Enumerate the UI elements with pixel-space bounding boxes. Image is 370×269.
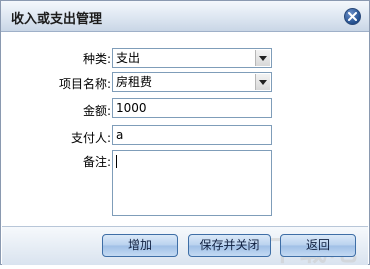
amount-label: 金额: bbox=[82, 104, 111, 118]
note-textarea[interactable] bbox=[112, 150, 272, 216]
note-label: 备注: bbox=[82, 155, 111, 169]
payer-label: 支付人: bbox=[70, 131, 111, 145]
item-name-select[interactable]: 房租费 bbox=[112, 72, 272, 92]
payer-value: a bbox=[116, 128, 124, 142]
type-select[interactable]: 支出 bbox=[112, 48, 272, 68]
type-label: 种类: bbox=[82, 52, 111, 66]
close-button[interactable] bbox=[344, 8, 361, 25]
amount-input[interactable]: 1000 bbox=[112, 98, 272, 118]
amount-value: 1000 bbox=[116, 101, 147, 115]
type-select-value: 支出 bbox=[116, 51, 141, 65]
back-button[interactable]: 返回 bbox=[280, 234, 356, 257]
title-bar[interactable]: 收入或支出管理 bbox=[1, 1, 369, 32]
window-title: 收入或支出管理 bbox=[11, 12, 103, 27]
chevron-down-icon[interactable] bbox=[255, 74, 270, 90]
dialog-window: 收入或支出管理 种类: 支出 项目名称: 房租费 金额: 1000 支付人: a… bbox=[0, 0, 370, 267]
add-button[interactable]: 增加 bbox=[102, 234, 178, 257]
item-name-select-value: 房租费 bbox=[116, 75, 153, 89]
save-close-button[interactable]: 保存并关闭 bbox=[188, 234, 271, 257]
item-name-label: 项目名称: bbox=[58, 77, 111, 91]
chevron-down-icon[interactable] bbox=[255, 50, 270, 66]
payer-input[interactable]: a bbox=[112, 125, 272, 145]
close-icon bbox=[348, 12, 357, 21]
text-caret bbox=[116, 155, 117, 168]
